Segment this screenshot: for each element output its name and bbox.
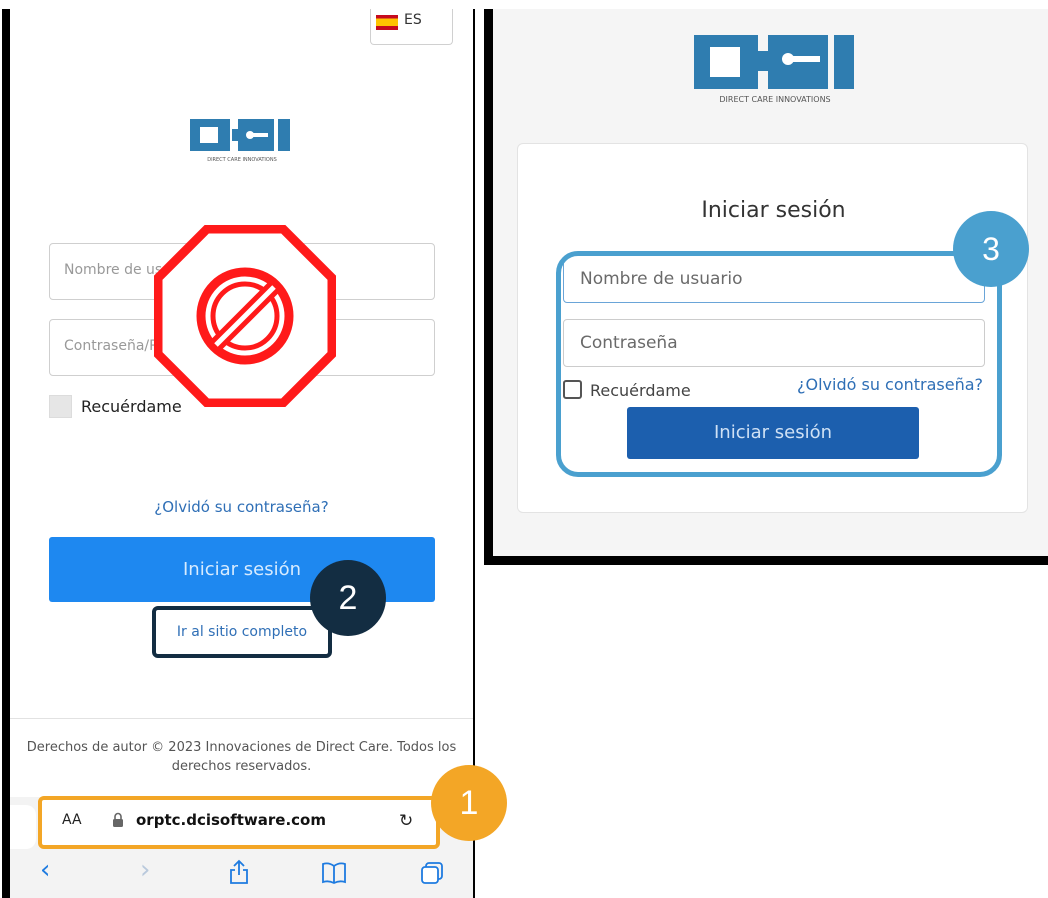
previous-tab-pill[interactable] bbox=[10, 805, 36, 849]
language-label: ES bbox=[404, 12, 422, 28]
prohibited-icon bbox=[153, 224, 337, 411]
address-bar[interactable]: AA orptc.dcisoftware.com ↻ bbox=[38, 796, 440, 849]
language-selector[interactable]: ES bbox=[370, 9, 453, 45]
footer-divider bbox=[10, 718, 473, 719]
forward-icon[interactable]: › bbox=[140, 855, 150, 885]
login-title: Iniciar sesión bbox=[701, 198, 846, 223]
full-site-link[interactable]: Ir al sitio completo bbox=[152, 606, 332, 658]
step2-badge: 2 bbox=[310, 560, 386, 636]
mobile-screenshot-panel: ES DIRECT CARE INNOVATIONS Nombre de us … bbox=[2, 9, 475, 898]
remember-checkbox[interactable] bbox=[49, 395, 72, 418]
mobile-login-page: ES DIRECT CARE INNOVATIONS Nombre de us … bbox=[10, 9, 473, 898]
lock-icon bbox=[112, 812, 124, 832]
full-site-link-label: Ir al sitio completo bbox=[176, 624, 308, 640]
dci-logo: DIRECT CARE INNOVATIONS bbox=[690, 29, 860, 113]
reload-icon[interactable]: ↻ bbox=[399, 811, 413, 831]
logo-caption: DIRECT CARE INNOVATIONS bbox=[719, 95, 830, 104]
desktop-login-page: DIRECT CARE INNOVATIONS Iniciar sesión N… bbox=[493, 9, 1048, 556]
username-placeholder: Nombre de us bbox=[64, 262, 163, 278]
dci-logo: DIRECT CARE INNOVATIONS bbox=[188, 115, 298, 179]
text-size-button[interactable]: AA bbox=[62, 812, 82, 828]
login-card: Iniciar sesión Nombre de usuario Contras… bbox=[517, 143, 1028, 513]
url-text: orptc.dcisoftware.com bbox=[136, 811, 326, 829]
back-icon[interactable]: ‹ bbox=[40, 855, 50, 885]
logo-caption: DIRECT CARE INNOVATIONS bbox=[207, 157, 277, 163]
step3-badge: 3 bbox=[953, 211, 1029, 287]
copyright-text: Derechos de autor © 2023 Innovaciones de… bbox=[26, 740, 457, 774]
step1-badge: 1 bbox=[431, 765, 507, 841]
password-placeholder: Contraseña/P bbox=[64, 338, 158, 354]
share-icon[interactable] bbox=[228, 859, 250, 892]
step3-highlight-frame bbox=[556, 251, 1002, 477]
tabs-icon[interactable] bbox=[420, 861, 444, 892]
bookmarks-icon[interactable] bbox=[321, 861, 347, 891]
spain-flag-icon bbox=[376, 15, 398, 30]
desktop-screenshot-panel: DIRECT CARE INNOVATIONS Iniciar sesión N… bbox=[484, 9, 1048, 565]
forgot-password-link[interactable]: ¿Olvidó su contraseña? bbox=[10, 498, 473, 516]
